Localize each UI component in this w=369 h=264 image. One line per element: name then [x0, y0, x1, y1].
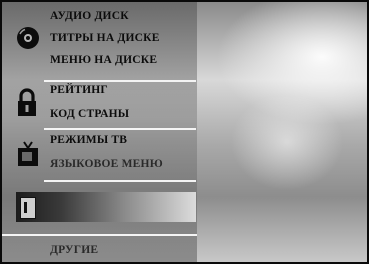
divider — [44, 180, 196, 182]
menu-item-tv-modes[interactable]: РЕЖИМЫ ТВ — [50, 134, 127, 146]
other-settings-group: ДРУГИЕ — [2, 236, 197, 262]
tv-settings-group: РЕЖИМЫ ТВ ЯЗЫКОВОЕ МЕНЮ — [2, 132, 197, 178]
menu-item-country-code[interactable]: КОД СТРАНЫ — [50, 108, 129, 120]
divider — [44, 80, 196, 82]
disc-icon — [16, 26, 40, 55]
selected-menu-bar[interactable] — [16, 192, 196, 222]
setup-menu-panel: АУДИО ДИСК ТИТРЫ НА ДИСКЕ МЕНЮ НА ДИСКЕ … — [2, 2, 197, 262]
parental-settings-group: РЕЙТИНГ КОД СТРАНЫ — [2, 84, 197, 126]
menu-item-disc-subtitles[interactable]: ТИТРЫ НА ДИСКЕ — [50, 32, 160, 44]
menu-item-other[interactable]: ДРУГИЕ — [50, 244, 98, 256]
background-glare — [197, 97, 367, 207]
menu-item-disc-menu[interactable]: МЕНЮ НА ДИСКЕ — [50, 54, 157, 66]
menu-item-menu-language[interactable]: ЯЗЫКОВОЕ МЕНЮ — [50, 158, 163, 170]
lock-icon — [16, 88, 38, 123]
menu-item-audio-disc[interactable]: АУДИО ДИСК — [50, 10, 129, 22]
divider — [44, 128, 196, 130]
tv-icon — [16, 140, 40, 173]
speaker-icon — [20, 197, 36, 219]
setup-screen: АУДИО ДИСК ТИТРЫ НА ДИСКЕ МЕНЮ НА ДИСКЕ … — [2, 2, 367, 262]
menu-item-rating[interactable]: РЕЙТИНГ — [50, 84, 108, 96]
disc-settings-group: АУДИО ДИСК ТИТРЫ НА ДИСКЕ МЕНЮ НА ДИСКЕ — [2, 6, 197, 80]
